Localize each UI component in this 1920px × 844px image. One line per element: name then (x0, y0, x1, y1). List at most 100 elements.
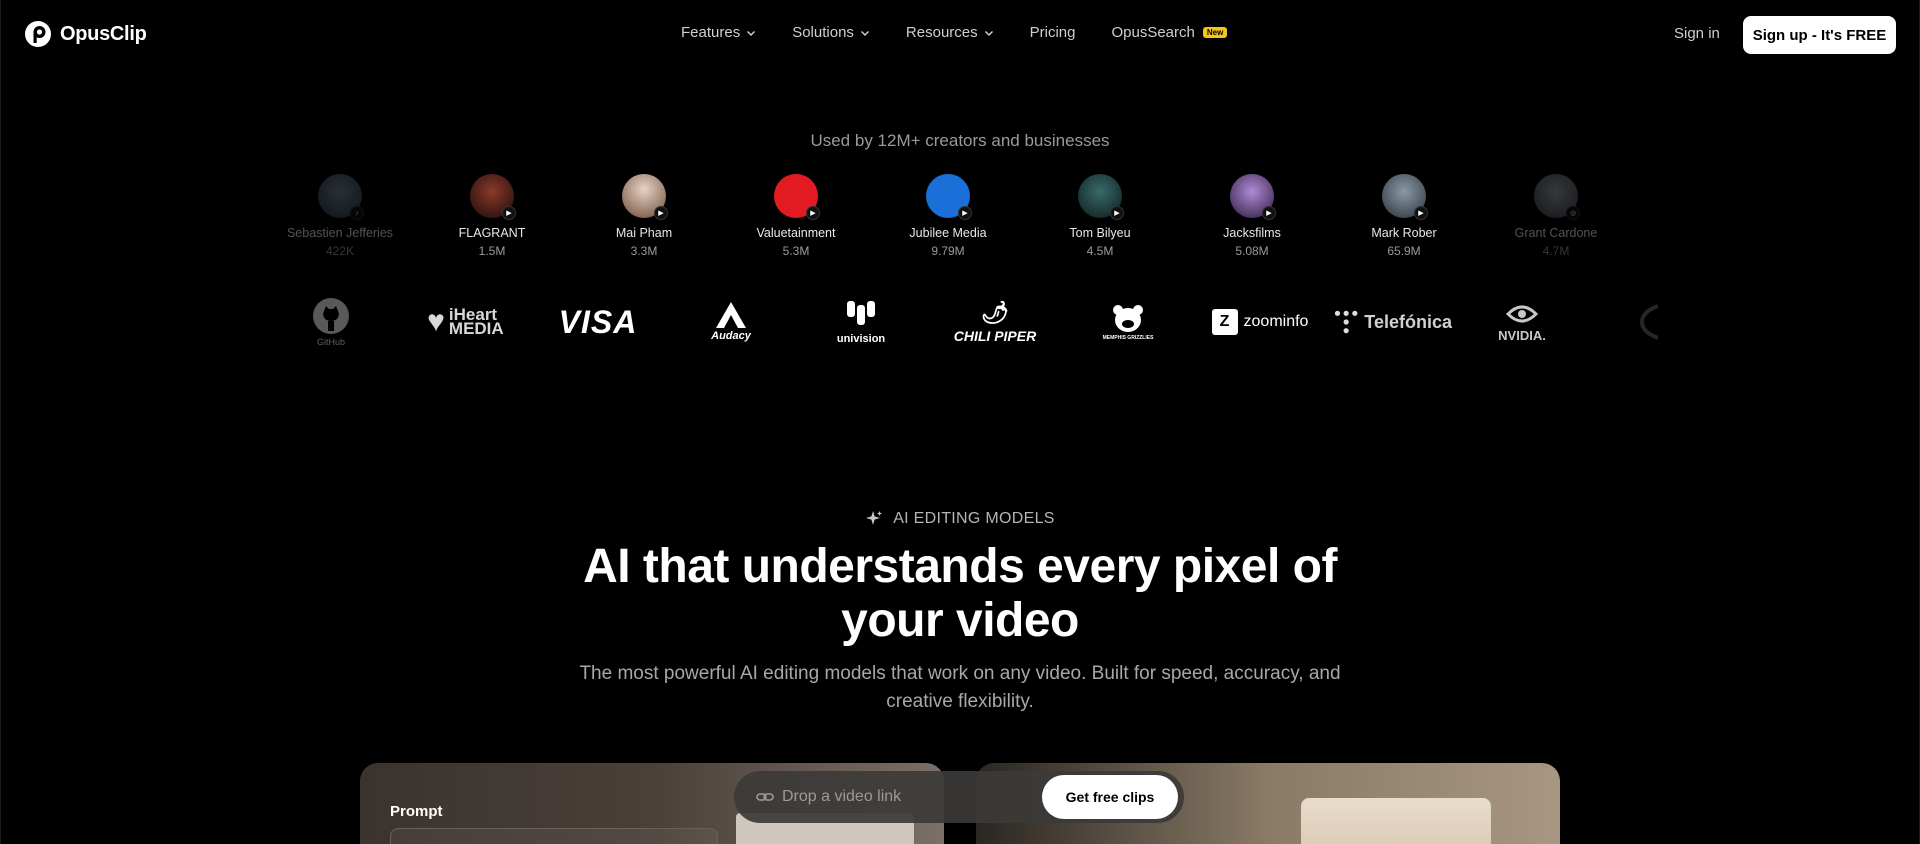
nvidia-eye-icon (1506, 305, 1538, 322)
creator-name: Mark Rober (1371, 226, 1437, 240)
github-logo: GitHub (300, 294, 362, 350)
telefonica-logo: Telefónica (1334, 294, 1452, 350)
chevron-down-icon (984, 30, 993, 36)
partial-logo-icon (1639, 304, 1658, 340)
brand-logo[interactable]: OpusClip (24, 20, 147, 48)
nav-solutions-label: Solutions (792, 24, 854, 41)
brand-label: iHeart MEDIA (448, 305, 504, 338)
card-gap (944, 828, 976, 844)
creator-card: ▶ Jacksfilms 5.08M (1182, 174, 1322, 258)
creator-name: Tom Bilyeu (1069, 226, 1131, 240)
creator-follower-count: 4.7M (1542, 244, 1570, 258)
brand-logo-row: GitHub ♥ iHeart MEDIA VISA Audacy univis… (0, 294, 1920, 354)
creator-follower-count: 5.08M (1235, 244, 1269, 258)
creator-card: ▶ Tom Bilyeu 4.5M (1030, 174, 1170, 258)
nav-resources[interactable]: Resources (906, 24, 994, 41)
signin-link[interactable]: Sign in (1674, 25, 1720, 42)
creator-name: Grant Cardone (1514, 226, 1598, 240)
new-badge: New (1202, 27, 1228, 38)
avatar: ▶ (1230, 174, 1276, 220)
brand-label: Audacy (711, 330, 751, 342)
link-icon (756, 793, 774, 801)
nvidia-logo: NVIDIA. (1492, 294, 1552, 350)
brand-label: Telefónica (1364, 311, 1452, 332)
partial-brand-logo (1636, 294, 1660, 350)
creator-card: ▶ FLAGRANT 1.5M (422, 174, 562, 258)
brand-label: GitHub (316, 337, 345, 347)
brand-name: OpusClip (60, 22, 147, 45)
nav-pricing-label: Pricing (1029, 24, 1076, 41)
zoominfo-icon: Z (1211, 309, 1238, 335)
grizzly-bear-icon (1113, 304, 1143, 332)
nav-opussearch[interactable]: OpusSearch New (1111, 24, 1228, 41)
prompt-label: Prompt (390, 803, 443, 820)
nav-opussearch-label: OpusSearch (1111, 24, 1195, 41)
univision-icon (847, 301, 875, 325)
nav-features-label: Features (681, 24, 741, 41)
creator-card: ▶ Valuetainment 5.3M (726, 174, 866, 258)
youtube-icon: ▶ (502, 206, 516, 220)
nav-resources-label: Resources (905, 24, 978, 41)
avatar: ▶ (622, 174, 668, 220)
video-link-input[interactable] (782, 785, 1022, 809)
creator-name: Jacksfilms (1223, 226, 1281, 240)
avatar: ▶ (470, 174, 516, 220)
zoominfo-logo: Z zoominfo (1210, 294, 1310, 350)
hero-title: AI that understands every pixel of your … (583, 540, 1337, 647)
video-link-bar: Get free clips (734, 771, 1184, 823)
get-free-clips-button[interactable]: Get free clips (1042, 775, 1178, 819)
nav-pricing[interactable]: Pricing (1030, 24, 1076, 41)
creator-follower-count: 65.9M (1387, 244, 1421, 258)
audacy-icon (716, 302, 746, 328)
nav-solutions[interactable]: Solutions (792, 24, 870, 41)
telefonica-icon (1334, 310, 1358, 334)
main-menu: Features Solutions Resources Pricing Opu… (681, 24, 1263, 41)
iheart-logo: ♥ iHeart MEDIA (418, 294, 514, 350)
memphis-grizzlies-logo: MEMPHIS GRIZZLIES (1100, 294, 1156, 350)
chili-icon: 🌶 (981, 300, 1009, 325)
github-icon (313, 298, 349, 334)
youtube-icon: ▶ (806, 206, 820, 220)
brand-label: zoominfo (1243, 313, 1309, 330)
avatar: ▶ (926, 174, 972, 220)
section-eyebrow: AI EDITING MODELS (0, 510, 1920, 528)
creator-name: Jubilee Media (909, 226, 987, 240)
creator-follower-count: 5.3M (782, 244, 810, 258)
creator-card: ▶ Mark Rober 65.9M (1334, 174, 1474, 258)
brand-label: MEMPHIS GRIZZLIES (1102, 334, 1154, 341)
social-proof-headline: Used by 12M+ creators and businesses (810, 131, 1110, 150)
univision-logo: univision (828, 294, 894, 350)
chilipiper-logo: 🌶 CHILI PIPER (952, 294, 1038, 350)
opusclip-logo-icon (25, 21, 51, 47)
signup-button[interactable]: Sign up - It's FREE (1743, 16, 1896, 54)
nav-features[interactable]: Features (681, 24, 756, 41)
creator-follower-count: 422K (325, 244, 355, 258)
youtube-icon: ▶ (1110, 206, 1124, 220)
hero-subtitle: The most powerful AI editing models that… (579, 663, 1341, 712)
visa-logo: VISA (558, 303, 638, 340)
creator-name: Mai Pham (615, 226, 673, 240)
youtube-icon: ▶ (1262, 206, 1276, 220)
brand-label: NVIDIA. (1498, 327, 1546, 343)
creator-follower-count: 4.5M (1086, 244, 1114, 258)
youtube-icon: ▶ (1414, 206, 1428, 220)
avatar: ▶ (774, 174, 820, 220)
creator-follower-count: 9.79M (931, 244, 965, 258)
audacy-logo: Audacy (700, 294, 762, 350)
top-navigation: OpusClip Features Solutions Resources Pr… (0, 0, 1920, 70)
eyebrow-label: AI EDITING MODELS (893, 510, 1055, 527)
avatar: ◎ (1534, 174, 1580, 220)
creator-name: FLAGRANT (458, 226, 526, 240)
creator-follower-count: 1.5M (478, 244, 506, 258)
chevron-down-icon (860, 30, 869, 36)
prompt-textbox[interactable] (390, 828, 718, 844)
frame-left-border (0, 0, 1, 844)
creator-card: ◎ Grant Cardone 4.7M (1486, 174, 1626, 258)
creator-name: Sebastien Jefferies (286, 226, 394, 240)
youtube-icon: ▶ (958, 206, 972, 220)
brand-label: univision (836, 333, 886, 345)
avatar: ♪ (318, 174, 364, 220)
creator-follower-count: 3.3M (630, 244, 658, 258)
youtube-icon: ▶ (654, 206, 668, 220)
creator-name: Valuetainment (756, 226, 836, 240)
